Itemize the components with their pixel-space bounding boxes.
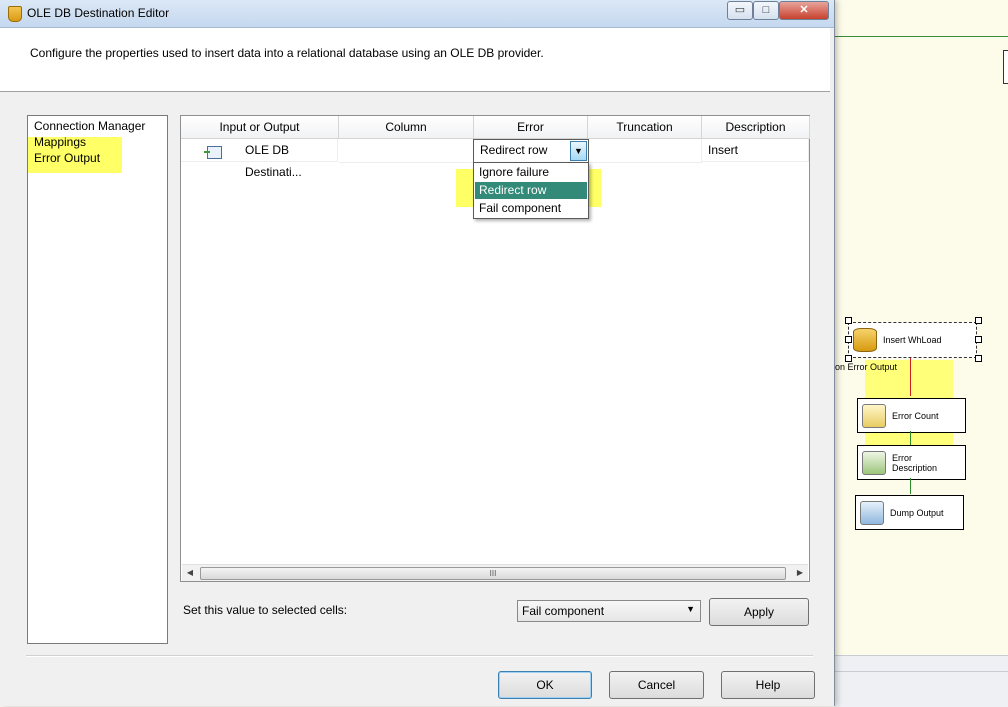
error-path-label: on Error Output — [835, 362, 898, 372]
set-value-label: Set this value to selected cells: — [183, 603, 348, 617]
error-combo-value: Redirect row — [480, 143, 548, 157]
help-button[interactable]: Help — [721, 671, 815, 699]
script-component-icon — [860, 500, 884, 525]
task-error-description[interactable]: Error Description — [857, 445, 966, 480]
column-header-error[interactable]: Error — [474, 116, 588, 139]
option-fail-component[interactable]: Fail component — [475, 200, 587, 217]
option-redirect-row[interactable]: Redirect row — [475, 182, 587, 199]
canvas-divider — [835, 36, 1008, 37]
error-option-list[interactable]: Ignore failure Redirect row Fail compone… — [473, 162, 589, 219]
footer-separator — [26, 655, 813, 657]
success-path-arrow[interactable] — [910, 478, 911, 494]
window-title: OLE DB Destination Editor — [27, 6, 170, 20]
scroll-thumb[interactable]: III — [200, 567, 786, 580]
cell-input-or-output[interactable]: OLE DB Destinati... — [181, 139, 338, 179]
scroll-right-icon[interactable]: ▶ — [792, 565, 808, 581]
nav-item-error-output[interactable]: Error Output — [34, 151, 100, 166]
header-panel — [0, 28, 830, 92]
selection-handle[interactable] — [845, 355, 852, 362]
column-header-description[interactable]: Description — [702, 116, 810, 139]
title-bar[interactable]: OLE DB Destination Editor ▭ □ ✕ — [0, 0, 834, 28]
task-label: Insert WhLoad — [883, 335, 942, 345]
error-combo-box[interactable]: Redirect row ▼ — [473, 139, 589, 163]
header-description: Configure the properties used to insert … — [30, 46, 544, 60]
task-dump-output[interactable]: Dump Output — [855, 495, 964, 530]
success-path-arrow[interactable] — [910, 431, 911, 445]
background-window-ghost — [215, 7, 425, 21]
ok-button[interactable]: OK — [498, 671, 592, 699]
chevron-down-icon[interactable]: ▼ — [570, 141, 587, 161]
chevron-down-icon[interactable]: ▼ — [686, 604, 695, 614]
minimize-button[interactable]: ▭ — [727, 1, 753, 20]
row-count-icon — [862, 403, 886, 428]
canvas-offscreen-box — [1003, 50, 1008, 84]
error-output-grid[interactable]: Input or Output Column Error Truncation … — [180, 115, 810, 582]
script-component-icon — [862, 450, 886, 475]
selection-handle[interactable] — [975, 317, 982, 324]
set-value-selected: Fail component — [522, 604, 605, 618]
selection-handle[interactable] — [975, 336, 982, 343]
canvas-status-divider — [835, 671, 1008, 672]
cell-column[interactable] — [339, 139, 474, 163]
page-navigation-list[interactable]: Connection Manager Mappings Error Output — [27, 115, 168, 644]
ole-db-destination-editor-dialog: OLE DB Destination Editor ▭ □ ✕ Configur… — [0, 0, 835, 706]
scroll-left-icon[interactable]: ◀ — [182, 565, 198, 581]
column-header-truncation[interactable]: Truncation — [588, 116, 702, 139]
option-ignore-failure[interactable]: Ignore failure — [475, 164, 587, 181]
task-error-count[interactable]: Error Count — [857, 398, 966, 433]
task-label: Error Count — [892, 410, 939, 421]
column-header-column[interactable]: Column — [339, 116, 474, 139]
set-value-combo[interactable]: Fail component ▼ — [517, 600, 701, 622]
task-label: Error Description — [892, 452, 938, 473]
selection-handle[interactable] — [975, 355, 982, 362]
error-path-arrow[interactable] — [910, 358, 911, 396]
ssis-component-icon — [8, 6, 22, 22]
cell-truncation[interactable] — [588, 139, 702, 163]
designer-canvas[interactable]: Insert WhLoad on Error Output Error Coun… — [835, 0, 1008, 707]
apply-button[interactable]: Apply — [709, 598, 809, 626]
nav-item-connection-manager[interactable]: Connection Manager — [34, 119, 145, 134]
database-cylinder-icon — [853, 328, 877, 352]
maximize-button[interactable]: □ — [753, 1, 779, 20]
column-header-input-or-output[interactable]: Input or Output — [181, 116, 339, 139]
close-button[interactable]: ✕ — [779, 1, 829, 20]
nav-item-mappings[interactable]: Mappings — [34, 135, 86, 150]
task-insert-whload[interactable]: Insert WhLoad — [848, 322, 977, 358]
selection-handle[interactable] — [845, 317, 852, 324]
cancel-button[interactable]: Cancel — [609, 671, 704, 699]
cell-description[interactable]: Insert — [702, 139, 809, 162]
task-label: Dump Output — [890, 507, 944, 518]
selection-handle[interactable] — [845, 336, 852, 343]
canvas-status-strip — [835, 655, 1008, 707]
horizontal-scrollbar[interactable]: ◀ III ▶ — [182, 564, 808, 581]
